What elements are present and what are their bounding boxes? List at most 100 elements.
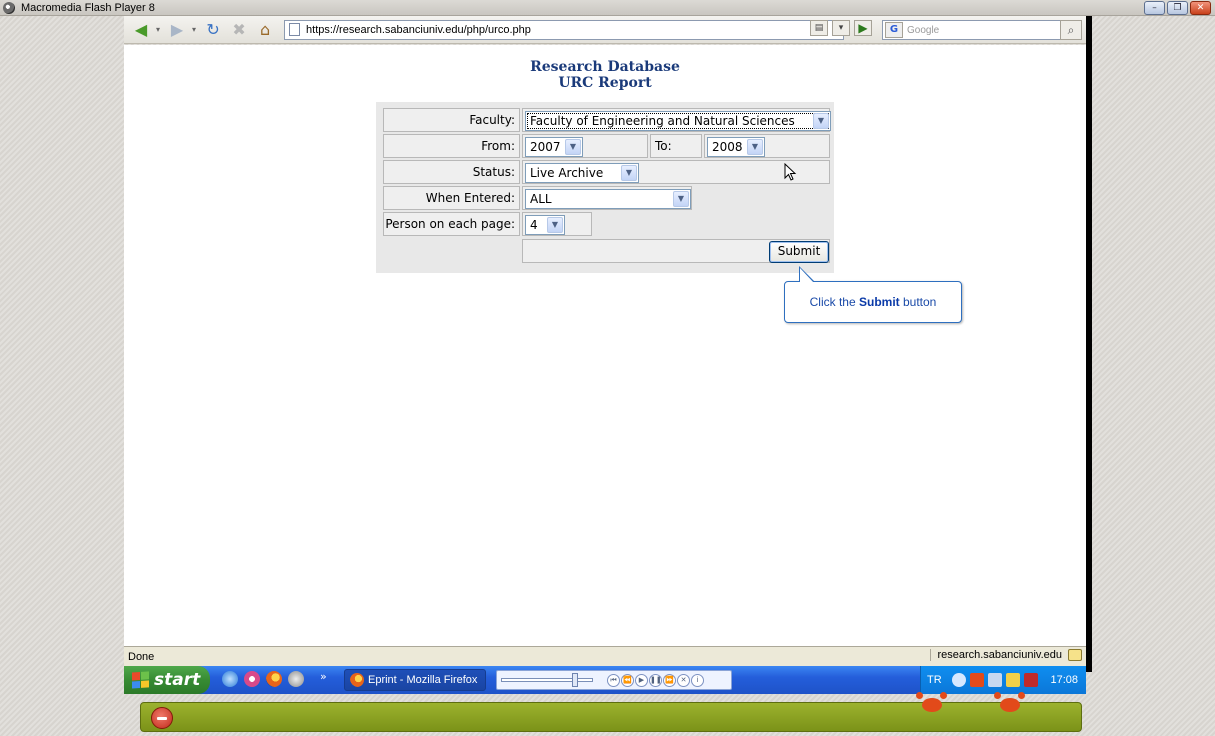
skip-back-icon[interactable]: ⏮ [607,673,620,687]
paw-decoration-icon [994,692,1034,716]
submit-row: Submit [383,239,831,263]
page-title-line1: Research Database [530,59,680,75]
status-text: Done [128,650,155,663]
player-title: Macromedia Flash Player 8 [21,1,155,14]
clock: 17:08 [1050,674,1078,686]
taskbar: start » Eprint - Mozilla Firefox ⏮ ⏪ ▶ ❚… [124,666,1086,694]
per-page-cell: 4 ▼ [522,212,592,236]
search-placeholder: Google [907,24,940,36]
rewind-icon[interactable]: ⏪ [621,673,634,687]
antivirus-icon[interactable] [1023,673,1038,687]
browser-statusbar: Done research.sabanciuniv.edu [124,646,1086,666]
search-input[interactable]: G Google [882,20,1062,40]
rss-icon[interactable]: ▤ [810,20,828,36]
page-title-line2: URC Report [558,75,652,91]
media-controls: ⏮ ⏪ ▶ ❚❚ ⏩ ✕ i [496,670,732,690]
home-icon[interactable]: ⌂ [254,20,276,39]
google-icon[interactable]: G [885,22,903,38]
chevron-down-icon[interactable]: ▼ [673,191,689,207]
to-cell: 2008 ▼ [704,134,830,158]
browser-toolbar: ◀ ▾ ▶ ▾ ↻ ✖ ⌂ https://research.sabanciun… [124,16,1086,44]
faculty-select[interactable]: Faculty of Engineering and Natural Scien… [525,111,831,131]
per-page-row: Person on each page: 4 ▼ [383,212,831,236]
flash-player-icon [3,1,15,14]
callout-suffix: button [899,295,937,309]
when-entered-value: ALL [530,192,552,206]
stop-recording-icon[interactable] [151,707,173,729]
chevron-down-icon[interactable]: ▼ [547,217,563,233]
language-indicator[interactable]: TR [927,674,942,686]
close-icon[interactable]: ✕ [677,673,690,687]
quick-launch-expand-icon[interactable]: » [320,670,327,683]
forward-dropdown-icon[interactable]: ▾ [192,25,196,34]
media-seek-thumb[interactable] [572,673,578,687]
per-page-label: Person on each page: [383,212,520,236]
status-site: research.sabanciuniv.edu [930,649,1082,661]
internet-explorer-icon[interactable] [222,671,238,687]
media-player-icon[interactable] [244,671,260,687]
forward-arrow-icon[interactable]: ▶ [166,20,188,39]
media-seek-track[interactable] [501,673,593,687]
status-row: Status: Live Archive ▼ [383,160,831,184]
go-icon[interactable]: ▶ [854,20,872,36]
to-label: To: [650,134,702,158]
submit-cell: Submit [522,239,830,263]
url-text: https://research.sabanciuniv.edu/php/urc… [306,23,531,36]
per-page-select[interactable]: 4 ▼ [525,215,565,235]
info-icon[interactable]: i [691,673,704,687]
mouse-pointer-icon [784,163,797,181]
app-icon[interactable] [288,671,304,687]
firefox-icon[interactable] [266,671,282,687]
frame-edge [1086,16,1092,672]
close-button[interactable]: ✕ [1190,1,1211,15]
status-label: Status: [383,160,520,184]
volume-icon[interactable] [1005,673,1020,687]
play-icon[interactable]: ▶ [635,673,648,687]
from-year-select[interactable]: 2007 ▼ [525,137,583,157]
from-year-value: 2007 [530,140,561,154]
status-value: Live Archive [530,166,604,180]
windows-logo-icon [132,671,149,689]
status-domain: research.sabanciuniv.edu [937,649,1062,661]
to-year-value: 2008 [712,140,743,154]
back-arrow-icon[interactable]: ◀ [130,20,152,39]
fast-forward-icon[interactable]: ⏩ [663,673,676,687]
chevron-down-icon[interactable]: ▼ [813,113,829,129]
chevron-down-icon[interactable]: ▼ [747,139,763,155]
back-dropdown-icon[interactable]: ▾ [156,25,160,34]
from-cell: 2007 ▼ [522,134,648,158]
chevron-down-icon[interactable]: ▼ [621,165,637,181]
start-button[interactable]: start [124,666,210,694]
chevron-down-icon[interactable]: ▼ [565,139,581,155]
firefox-icon [350,673,364,687]
faculty-cell: Faculty of Engineering and Natural Scien… [522,108,831,132]
maximize-button[interactable]: ❐ [1167,1,1188,15]
taskbar-item-firefox[interactable]: Eprint - Mozilla Firefox [344,669,486,691]
tray-app-icon[interactable] [969,673,984,687]
when-entered-cell: ALL ▼ [522,186,692,210]
status-select[interactable]: Live Archive ▼ [525,163,639,183]
stop-icon[interactable]: ✖ [228,20,250,39]
url-bar[interactable]: https://research.sabanciuniv.edu/php/urc… [284,19,845,40]
when-entered-row: When Entered: ALL ▼ [383,186,831,210]
callout-emphasis: Submit [858,295,900,309]
reload-icon[interactable]: ↻ [202,20,224,39]
history-dropdown-icon[interactable]: ▾ [832,20,850,36]
to-year-select[interactable]: 2008 ▼ [707,137,765,157]
pause-icon[interactable]: ❚❚ [649,673,662,687]
minimize-button[interactable]: – [1144,1,1165,15]
from-label: From: [383,134,520,158]
per-page-value: 4 [530,218,538,232]
tray-arrow-icon[interactable] [951,673,966,687]
search-icon[interactable]: ⌕ [1060,20,1082,40]
network-icon[interactable] [987,673,1002,687]
submit-button[interactable]: Submit [769,241,829,263]
system-tray: TR 17:08 [920,666,1086,694]
lock-icon[interactable] [1068,649,1082,661]
page-icon [289,23,301,36]
when-entered-select[interactable]: ALL ▼ [525,189,691,209]
callout-pointer-fill [800,268,814,283]
when-entered-label: When Entered: [383,186,520,210]
faculty-label: Faculty: [383,108,520,132]
quick-launch [222,671,304,687]
